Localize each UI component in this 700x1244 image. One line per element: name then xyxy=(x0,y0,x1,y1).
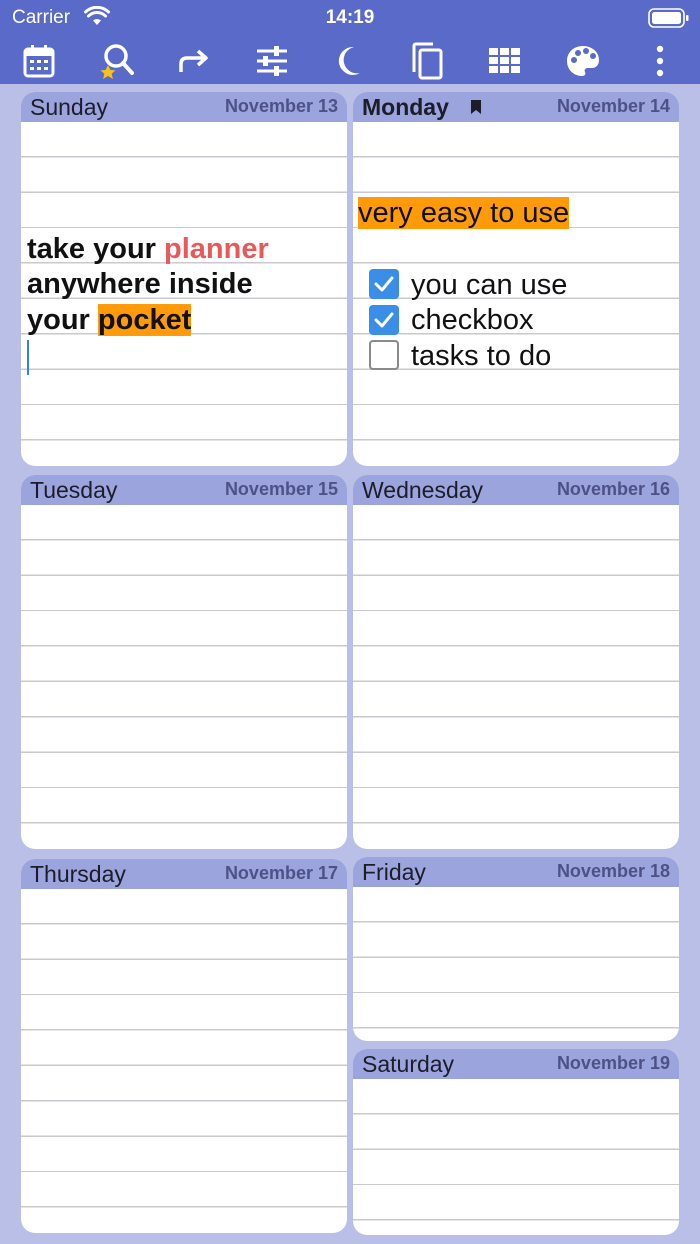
task-text[interactable]: you can use xyxy=(411,268,567,303)
day-card-thursday[interactable]: Thursday November 17 xyxy=(21,859,347,1233)
day-name: Friday xyxy=(362,859,426,885)
day-name: Thursday xyxy=(30,861,126,887)
top-bar: Carrier 14:19 xyxy=(0,0,700,84)
more-vertical-icon xyxy=(655,45,665,77)
search-favorites-button[interactable] xyxy=(94,40,138,82)
settings-sliders-button[interactable] xyxy=(250,40,294,82)
day-card-wednesday[interactable]: Wednesday November 16 xyxy=(353,475,679,849)
sliders-icon xyxy=(255,45,289,77)
day-header: Friday November 18 xyxy=(353,857,679,887)
note-area[interactable] xyxy=(21,889,347,1233)
calendar-button[interactable] xyxy=(17,40,61,82)
day-header: Saturday November 19 xyxy=(353,1049,679,1079)
bookmark-icon xyxy=(470,99,482,120)
redo-icon xyxy=(177,48,211,74)
search-favorites-icon xyxy=(96,41,136,81)
note-line: your pocket xyxy=(27,303,269,338)
note-text-span: your xyxy=(27,303,98,336)
task-checkbox[interactable] xyxy=(369,305,399,335)
day-name: Tuesday xyxy=(30,477,118,503)
palette-icon xyxy=(566,45,600,77)
battery-icon xyxy=(648,8,690,33)
day-header: Tuesday November 15 xyxy=(21,475,347,505)
day-date: November 18 xyxy=(556,861,670,881)
note-text[interactable]: take your planner anywhere inside your p… xyxy=(27,232,269,338)
note-text-highlighted: very easy to use xyxy=(358,197,570,229)
note-highlight[interactable]: very easy to use xyxy=(358,196,570,231)
note-area[interactable] xyxy=(353,505,679,849)
day-date: November 16 xyxy=(556,479,670,499)
note-line: take your planner xyxy=(27,232,269,267)
day-header: Monday November 14 xyxy=(353,92,679,122)
day-card-tuesday[interactable]: Tuesday November 15 xyxy=(21,475,347,849)
task-text[interactable]: tasks to do xyxy=(411,339,551,374)
night-mode-button[interactable] xyxy=(327,40,371,82)
checkmark-icon xyxy=(374,312,394,328)
note-text-highlighted: pocket xyxy=(97,303,192,336)
note-text-span: take your xyxy=(27,233,164,265)
more-options-button[interactable] xyxy=(638,40,682,82)
day-name: Wednesday xyxy=(362,477,484,503)
text-cursor xyxy=(27,340,29,375)
theme-palette-button[interactable] xyxy=(561,40,605,82)
day-date: November 13 xyxy=(224,96,338,116)
calendar-icon xyxy=(23,44,55,78)
day-card-monday[interactable]: Monday November 14 very easy to use you … xyxy=(353,92,679,466)
note-text-red: planner xyxy=(164,233,269,265)
note-area[interactable] xyxy=(353,1079,679,1235)
day-header: Thursday November 17 xyxy=(21,859,347,889)
note-line: anywhere inside xyxy=(27,268,253,301)
task-checkbox[interactable] xyxy=(369,269,399,299)
day-card-friday[interactable]: Friday November 18 xyxy=(353,857,679,1041)
day-name: Saturday xyxy=(362,1051,455,1077)
day-name: Monday xyxy=(362,94,449,120)
note-area[interactable] xyxy=(21,505,347,849)
clock: 14:19 xyxy=(325,7,375,28)
checkmark-icon xyxy=(374,276,394,292)
day-header: Wednesday November 16 xyxy=(353,475,679,505)
grid-layout-button[interactable] xyxy=(483,40,527,82)
day-header: Sunday November 13 xyxy=(21,92,347,122)
task-checkbox[interactable] xyxy=(369,340,399,370)
day-date: November 14 xyxy=(556,96,670,116)
note-area[interactable] xyxy=(353,887,679,1041)
day-date: November 17 xyxy=(224,863,338,883)
status-bar: Carrier 14:19 xyxy=(0,0,700,36)
copy-icon xyxy=(411,42,443,80)
grid-icon xyxy=(489,48,521,74)
day-date: November 19 xyxy=(556,1053,670,1073)
day-name: Sunday xyxy=(30,94,109,120)
day-date: November 15 xyxy=(224,479,338,499)
copy-button[interactable] xyxy=(405,40,449,82)
redo-button[interactable] xyxy=(172,40,216,82)
task-text[interactable]: checkbox xyxy=(411,303,534,338)
moon-icon xyxy=(334,45,364,77)
day-card-sunday[interactable]: Sunday November 13 take your planner any… xyxy=(21,92,347,466)
toolbar xyxy=(0,40,700,84)
day-card-saturday[interactable]: Saturday November 19 xyxy=(353,1049,679,1235)
